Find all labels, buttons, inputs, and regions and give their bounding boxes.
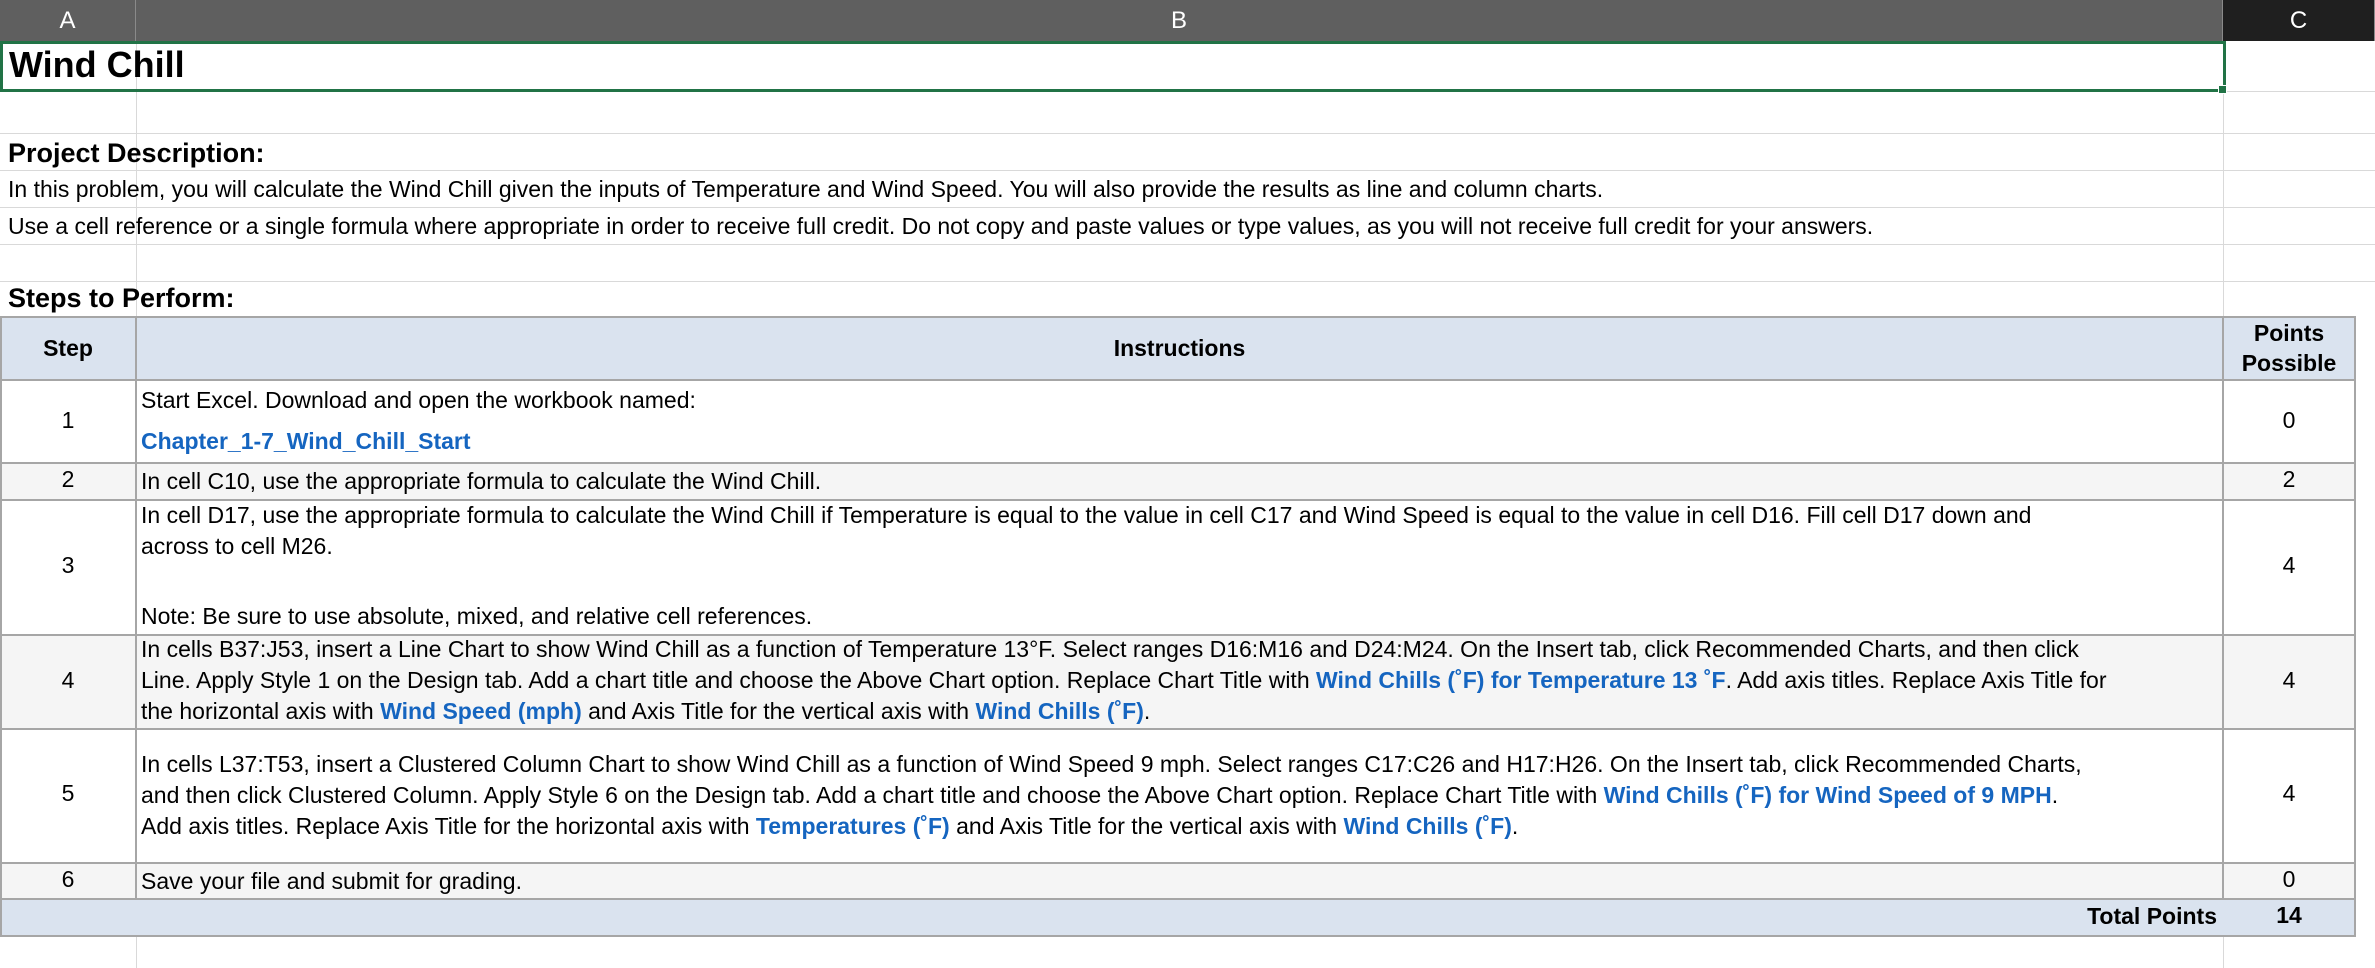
spreadsheet-grid[interactable]: A B C Wind Chill Project Description: In… bbox=[0, 0, 2375, 968]
text: and Axis Title for the vertical axis wit… bbox=[949, 813, 1344, 839]
fill-handle[interactable] bbox=[2218, 85, 2227, 94]
step-6-text: Save your file and submit for grading. bbox=[141, 868, 522, 894]
step-3-line-2: across to cell M26. bbox=[141, 533, 333, 559]
step-number: 3 bbox=[61, 552, 75, 578]
gridline bbox=[0, 170, 2375, 171]
step-1-text: Start Excel. Download and open the workb… bbox=[141, 387, 696, 413]
highlighted-text: Wind Chills (˚F) for Wind Speed of 9 MPH bbox=[1603, 782, 2052, 808]
step-4-line-3: the horizontal axis with Wind Speed (mph… bbox=[141, 696, 1150, 727]
header-points-line1: Points bbox=[2253, 320, 2325, 346]
gridline bbox=[0, 244, 2375, 245]
highlighted-text: Temperatures (˚F) bbox=[755, 813, 950, 839]
total-points-value: 14 bbox=[2276, 902, 2302, 928]
table-border bbox=[135, 316, 137, 898]
text: the horizontal axis with bbox=[141, 698, 381, 724]
text: Add axis titles. Replace Axis Title for … bbox=[141, 813, 756, 839]
active-cell-selection[interactable] bbox=[0, 41, 2226, 92]
step-number: 5 bbox=[61, 780, 75, 806]
column-header-b[interactable]: B bbox=[136, 0, 2223, 41]
text: and Axis Title for the vertical axis wit… bbox=[581, 698, 976, 724]
column-header-c[interactable]: C bbox=[2223, 0, 2375, 41]
highlighted-text: Wind Chills (˚F) bbox=[1343, 813, 1512, 839]
step-number: 4 bbox=[61, 667, 75, 693]
column-label: C bbox=[2289, 6, 2308, 34]
description-line-1: In this problem, you will calculate the … bbox=[8, 176, 1604, 202]
step-points: 2 bbox=[2282, 466, 2296, 492]
step-points: 0 bbox=[2282, 407, 2296, 433]
step-4-line-1: In cells B37:J53, insert a Line Chart to… bbox=[141, 636, 2079, 662]
total-points-label: Total Points bbox=[2087, 903, 2217, 929]
table-border bbox=[0, 862, 2356, 864]
step-5-line-1: In cells L37:T53, insert a Clustered Col… bbox=[141, 751, 2082, 777]
step-3-note: Note: Be sure to use absolute, mixed, an… bbox=[141, 603, 813, 629]
highlighted-text: Wind Speed (mph) bbox=[380, 698, 582, 724]
steps-heading: Steps to Perform: bbox=[8, 283, 235, 313]
step-5-line-3: Add axis titles. Replace Axis Title for … bbox=[141, 811, 1518, 842]
table-border bbox=[0, 316, 2356, 318]
step-points: 4 bbox=[2282, 667, 2296, 693]
text: Line. Apply Style 1 on the Design tab. A… bbox=[141, 667, 1316, 693]
highlighted-text: Wind Chills (˚F) bbox=[975, 698, 1144, 724]
table-border bbox=[0, 898, 2356, 900]
header-step: Step bbox=[43, 335, 93, 361]
step-number: 2 bbox=[61, 466, 75, 492]
text: and then click Clustered Column. Apply S… bbox=[141, 782, 1604, 808]
highlighted-text: Wind Chills (˚F) for Temperature 13 ˚F bbox=[1316, 667, 1726, 693]
table-border bbox=[2222, 316, 2224, 898]
gridline bbox=[0, 207, 2375, 208]
text: . bbox=[1143, 698, 1151, 724]
step-3-line-1: In cell D17, use the appropriate formula… bbox=[141, 502, 2032, 528]
table-border bbox=[0, 728, 2356, 730]
step-number: 6 bbox=[61, 866, 75, 892]
step-points: 0 bbox=[2282, 866, 2296, 892]
description-line-2: Use a cell reference or a single formula… bbox=[8, 213, 1874, 239]
header-instructions: Instructions bbox=[1113, 335, 1246, 361]
text: . Add axis titles. Replace Axis Title fo… bbox=[1725, 667, 2107, 693]
column-header-a[interactable]: A bbox=[0, 0, 136, 41]
column-label: A bbox=[59, 6, 76, 34]
header-points: Points Possible bbox=[2223, 318, 2355, 378]
step-points: 4 bbox=[2282, 552, 2296, 578]
column-label: B bbox=[1170, 6, 1187, 34]
gridline bbox=[0, 281, 2375, 282]
project-description-heading: Project Description: bbox=[8, 138, 265, 168]
text: . bbox=[1511, 813, 1519, 839]
workbook-link[interactable]: Chapter_1-7_Wind_Chill_Start bbox=[141, 426, 471, 457]
table-border bbox=[0, 935, 2356, 937]
step-4-line-2: Line. Apply Style 1 on the Design tab. A… bbox=[141, 665, 2107, 696]
table-border bbox=[0, 379, 2356, 381]
step-number: 1 bbox=[61, 407, 75, 433]
step-2-text: In cell C10, use the appropriate formula… bbox=[141, 468, 822, 494]
header-points-line2: Possible bbox=[2241, 350, 2337, 376]
step-points: 4 bbox=[2282, 780, 2296, 806]
step-5-line-2: and then click Clustered Column. Apply S… bbox=[141, 780, 2058, 811]
text: . bbox=[2051, 782, 2059, 808]
table-border bbox=[0, 462, 2356, 464]
gridline bbox=[0, 133, 2375, 134]
